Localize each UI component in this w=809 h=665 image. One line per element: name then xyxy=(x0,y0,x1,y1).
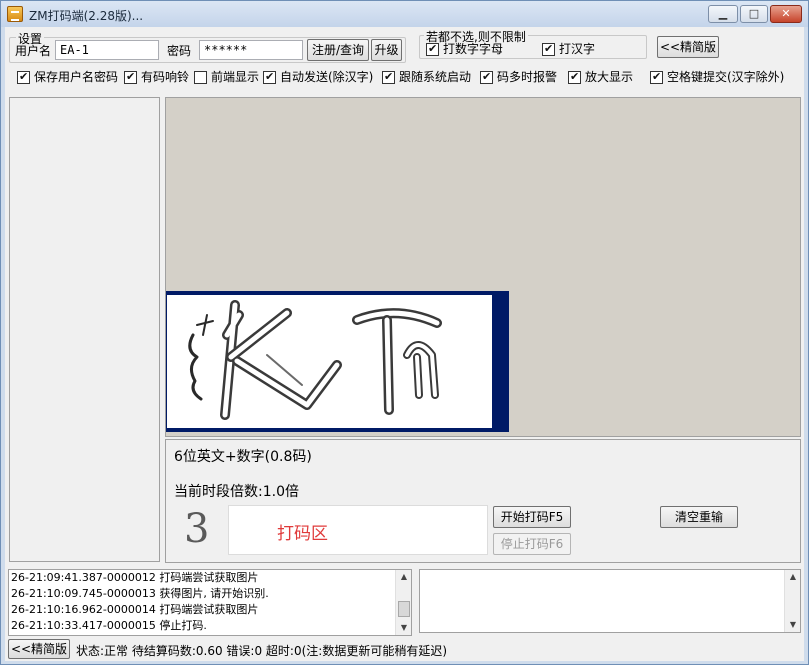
hanzi-check-icon xyxy=(542,42,555,56)
captcha-input-zone[interactable]: 打码区 xyxy=(228,505,488,555)
check-icon xyxy=(382,70,395,84)
start-button[interactable]: 开始打码F5 xyxy=(493,506,571,528)
check-icon xyxy=(568,70,581,84)
option-sound-alert[interactable]: 有码响铃 xyxy=(124,69,189,85)
option-label: 保存用户名密码 xyxy=(34,70,119,84)
maximize-button[interactable]: □ xyxy=(740,5,768,23)
check-icon xyxy=(194,70,207,84)
close-button[interactable]: ✕ xyxy=(770,5,802,23)
captcha-image-area xyxy=(165,97,801,437)
hanzi-label: 打汉字 xyxy=(559,42,596,56)
option-start-with-system[interactable]: 跟随系统启动 xyxy=(382,69,471,85)
captcha-glyphs xyxy=(188,300,442,420)
option-auto-send[interactable]: 自动发送(除汉字) xyxy=(263,69,373,85)
window-title: ZM打码端(2.28版)... xyxy=(29,9,144,23)
title-bar[interactable]: ZM打码端(2.28版)... ▁ □ ✕ xyxy=(1,1,808,27)
minimize-button[interactable]: ▁ xyxy=(708,5,738,23)
multiplier-text: 当前时段倍数:1.0倍 xyxy=(174,484,299,500)
scroll-down-icon[interactable]: ▼ xyxy=(785,618,801,632)
log-line: 26-21:10:09.745-0000013 获得图片, 请开始识别. xyxy=(11,587,269,600)
option-save-credentials[interactable]: 保存用户名密码 xyxy=(17,69,118,85)
letters-checkbox[interactable]: 打数字字母 xyxy=(426,41,503,57)
compact-mode-button[interactable]: <<精简版 xyxy=(657,36,719,58)
option-label: 前端显示 xyxy=(211,70,260,84)
upgrade-button[interactable]: 升级 xyxy=(371,39,402,61)
clear-button[interactable]: 清空重输 xyxy=(660,506,738,528)
app-icon xyxy=(7,6,23,22)
check-icon xyxy=(480,70,493,84)
log-line: 26-21:10:16.962-0000014 打码端尝试获取图片 xyxy=(11,603,259,616)
option-overload-alarm[interactable]: 码多时报警 xyxy=(480,69,557,85)
option-label: 码多时报警 xyxy=(497,70,558,84)
secondary-output[interactable]: ▲ ▼ xyxy=(419,569,801,633)
task-panel: 6位英文+数字(0.8码) 当前时段倍数:1.0倍 3 打码区 开始打码F5 停… xyxy=(165,439,801,563)
stop-button[interactable]: 停止打码F6 xyxy=(493,533,571,555)
app-window: ZM打码端(2.28版)... ▁ □ ✕ 设置 用户名 EA-1 密码 ***… xyxy=(0,0,809,665)
option-label: 跟随系统启动 xyxy=(399,70,472,84)
option-space-submit[interactable]: 空格键提交(汉字除外) xyxy=(650,69,784,85)
option-always-on-top[interactable]: 前端显示 xyxy=(194,69,259,85)
left-panel xyxy=(9,97,160,562)
client-area: 设置 用户名 EA-1 密码 ****** 注册/查询 升级 若都不选,则不限制… xyxy=(5,27,804,661)
scroll-up-icon[interactable]: ▲ xyxy=(396,570,411,584)
countdown-number: 3 xyxy=(184,506,210,552)
letters-label: 打数字字母 xyxy=(443,42,504,56)
check-icon xyxy=(650,70,663,84)
check-icon xyxy=(124,70,137,84)
scroll-up-icon[interactable]: ▲ xyxy=(785,570,801,584)
log-line: 26-21:10:33.417-0000015 停止打码. xyxy=(11,619,207,632)
password-label: 密码 xyxy=(167,44,192,58)
status-compact-button[interactable]: <<精简版 xyxy=(8,639,70,659)
option-label: 放大显示 xyxy=(585,70,634,84)
captcha-image xyxy=(166,291,509,432)
option-label: 有码响铃 xyxy=(141,70,190,84)
task-type-text: 6位英文+数字(0.8码) xyxy=(174,449,312,465)
letters-check-icon xyxy=(426,42,439,56)
output-scrollbar[interactable]: ▲ ▼ xyxy=(784,570,800,632)
password-field[interactable]: ****** xyxy=(199,40,303,60)
captcha-canvas xyxy=(167,295,492,428)
username-field[interactable]: EA-1 xyxy=(55,40,159,60)
log-list[interactable]: 26-21:09:41.387-0000012 打码端尝试获取图片 26-21:… xyxy=(8,569,412,636)
check-icon xyxy=(17,70,30,84)
log-line: 26-21:09:41.387-0000012 打码端尝试获取图片 xyxy=(11,571,259,584)
option-label: 自动发送(除汉字) xyxy=(280,70,374,84)
option-label: 空格键提交(汉字除外) xyxy=(667,70,785,84)
register-query-button[interactable]: 注册/查询 xyxy=(307,39,369,61)
input-zone-label: 打码区 xyxy=(277,524,328,544)
log-scrollbar[interactable]: ▲ ▼ xyxy=(395,570,411,635)
username-label: 用户名 xyxy=(15,44,52,58)
option-zoom-display[interactable]: 放大显示 xyxy=(568,69,633,85)
status-bar: <<精简版 状态:正常 待结算码数:0.60 错误:0 超时:0(注:数据更新可… xyxy=(5,639,804,661)
hanzi-checkbox[interactable]: 打汉字 xyxy=(542,41,595,57)
check-icon xyxy=(263,70,276,84)
status-text: 状态:正常 待结算码数:0.60 错误:0 超时:0(注:数据更新可能稍有延迟) xyxy=(76,644,448,658)
scroll-thumb[interactable] xyxy=(398,601,410,617)
scroll-down-icon[interactable]: ▼ xyxy=(396,621,411,635)
